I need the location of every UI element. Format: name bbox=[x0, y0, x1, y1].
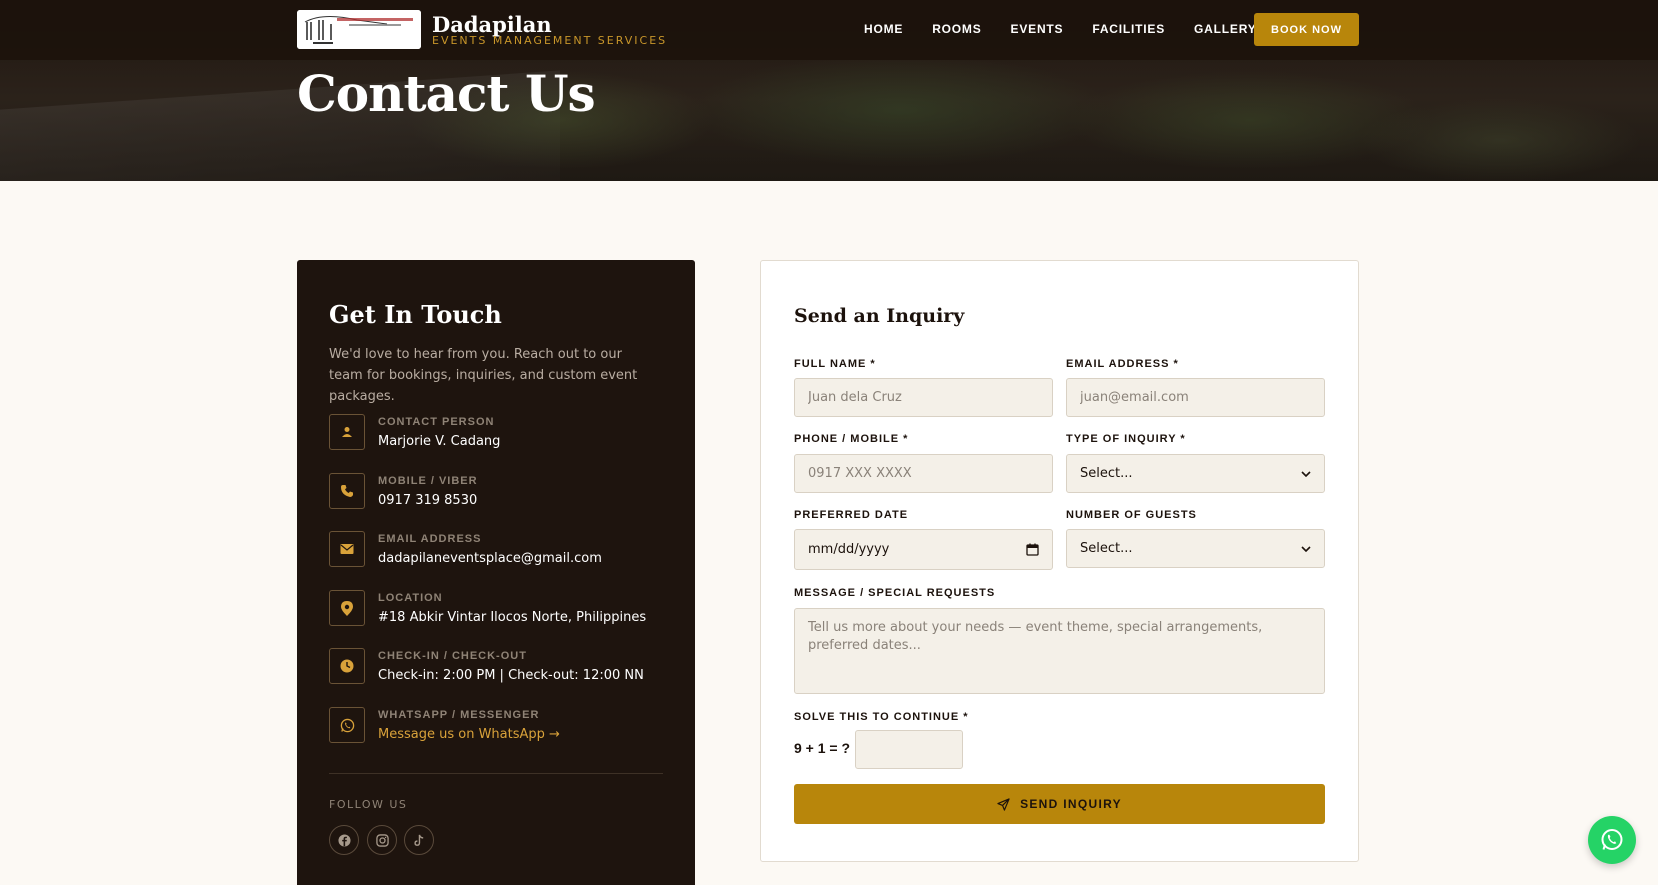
facebook-icon[interactable] bbox=[329, 825, 359, 855]
whatsapp-icon bbox=[1601, 829, 1623, 850]
book-now-button[interactable]: BOOK NOW bbox=[1254, 13, 1359, 46]
contact-person-label: CONTACT PERSON bbox=[378, 416, 495, 428]
tiktok-icon[interactable] bbox=[404, 825, 434, 855]
nav-link-facilities[interactable]: FACILITIES bbox=[1092, 22, 1165, 36]
brand-tagline: EVENTS MANAGEMENT SERVICES bbox=[432, 34, 668, 47]
page-title: Contact Us bbox=[297, 64, 596, 123]
instagram-icon[interactable] bbox=[367, 825, 397, 855]
contact-item-mobile: MOBILE / VIBER 0917 319 8530 bbox=[329, 473, 669, 517]
inquiry-type-selected: Select... bbox=[1080, 466, 1133, 481]
card-divider bbox=[329, 773, 663, 774]
date-placeholder: mm/dd/yyyy bbox=[808, 542, 890, 557]
send-inquiry-label: SEND INQUIRY bbox=[1020, 797, 1122, 811]
inquiry-type-label: TYPE OF INQUIRY * bbox=[1066, 433, 1186, 445]
nav-link-events[interactable]: EVENTS bbox=[1011, 22, 1064, 36]
message-textarea[interactable] bbox=[794, 608, 1325, 694]
top-navbar: Dadapilan EVENTS MANAGEMENT SERVICES HOM… bbox=[0, 0, 1658, 60]
phone-icon bbox=[329, 473, 365, 509]
mobile-value[interactable]: 0917 319 8530 bbox=[378, 493, 477, 508]
nav-link-rooms[interactable]: ROOMS bbox=[932, 22, 981, 36]
whatsapp-label: WHATSAPP / MESSENGER bbox=[378, 709, 540, 721]
checkin-label: CHECK-IN / CHECK-OUT bbox=[378, 650, 527, 662]
contact-item-person: CONTACT PERSON Marjorie V. Cadang bbox=[329, 414, 669, 458]
contact-item-location: LOCATION #18 Abkir Vintar Ilocos Norte, … bbox=[329, 590, 669, 634]
envelope-icon bbox=[329, 531, 365, 567]
checkin-value: Check-in: 2:00 PM | Check-out: 12:00 NN bbox=[378, 668, 644, 683]
whatsapp-link[interactable]: Message us on WhatsApp → bbox=[378, 727, 560, 742]
captcha-label: SOLVE THIS TO CONTINUE * bbox=[794, 711, 969, 723]
email-label: EMAIL ADDRESS bbox=[378, 533, 482, 545]
location-label: LOCATION bbox=[378, 592, 443, 604]
contact-item-email: EMAIL ADDRESS dadapilaneventsplace@gmail… bbox=[329, 531, 669, 575]
nav-link-gallery[interactable]: GALLERY bbox=[1194, 22, 1257, 36]
phone-input[interactable] bbox=[794, 454, 1053, 493]
location-pin-icon bbox=[329, 590, 365, 626]
contact-info-card: Get In Touch We'd love to hear from you.… bbox=[297, 260, 695, 885]
send-icon bbox=[997, 797, 1010, 811]
inquiry-form-title: Send an Inquiry bbox=[794, 305, 965, 327]
nav-link-home[interactable]: HOME bbox=[864, 22, 903, 36]
person-icon bbox=[329, 414, 365, 450]
guests-selected: Select... bbox=[1080, 541, 1133, 556]
preferred-date-input[interactable]: mm/dd/yyyy bbox=[794, 529, 1053, 570]
whatsapp-floating-button[interactable] bbox=[1588, 816, 1636, 864]
preferred-date-label: PREFERRED DATE bbox=[794, 509, 909, 521]
full-name-input[interactable] bbox=[794, 378, 1053, 417]
inquiry-form-card: Send an Inquiry FULL NAME * EMAIL ADDRES… bbox=[760, 260, 1359, 862]
phone-label: PHONE / MOBILE * bbox=[794, 433, 909, 445]
whatsapp-icon bbox=[329, 707, 365, 743]
captcha-question: 9 + 1 = ? bbox=[794, 740, 851, 756]
calendar-icon[interactable] bbox=[1026, 543, 1039, 556]
message-label: MESSAGE / SPECIAL REQUESTS bbox=[794, 587, 996, 599]
clock-icon bbox=[329, 648, 365, 684]
email-value[interactable]: dadapilaneventsplace@gmail.com bbox=[378, 551, 602, 566]
guests-select[interactable]: Select... bbox=[1066, 529, 1325, 568]
contact-item-checkin: CHECK-IN / CHECK-OUT Check-in: 2:00 PM |… bbox=[329, 648, 669, 692]
contact-intro-text: We'd love to hear from you. Reach out to… bbox=[329, 347, 638, 404]
brand-logo[interactable] bbox=[297, 10, 421, 49]
email-input[interactable] bbox=[1066, 378, 1325, 417]
full-name-label: FULL NAME * bbox=[794, 358, 876, 370]
email-address-label: EMAIL ADDRESS * bbox=[1066, 358, 1179, 370]
mobile-label: MOBILE / VIBER bbox=[378, 475, 478, 487]
contact-person-value: Marjorie V. Cadang bbox=[378, 434, 501, 449]
logo-graphic bbox=[297, 10, 421, 49]
contact-item-whatsapp: WHATSAPP / MESSENGER Message us on Whats… bbox=[329, 707, 669, 751]
inquiry-type-select[interactable]: Select... bbox=[1066, 454, 1325, 493]
nav-links: HOME ROOMS EVENTS FACILITIES GALLERY bbox=[864, 22, 1286, 36]
location-value: #18 Abkir Vintar Ilocos Norte, Philippin… bbox=[378, 610, 647, 625]
get-in-touch-title: Get In Touch bbox=[329, 300, 502, 329]
guests-label: NUMBER OF GUESTS bbox=[1066, 509, 1197, 521]
follow-us-label: FOLLOW US bbox=[329, 798, 408, 811]
chevron-down-icon bbox=[1301, 545, 1311, 552]
captcha-input[interactable] bbox=[855, 730, 963, 769]
send-inquiry-button[interactable]: SEND INQUIRY bbox=[794, 784, 1325, 824]
chevron-down-icon bbox=[1301, 470, 1311, 477]
